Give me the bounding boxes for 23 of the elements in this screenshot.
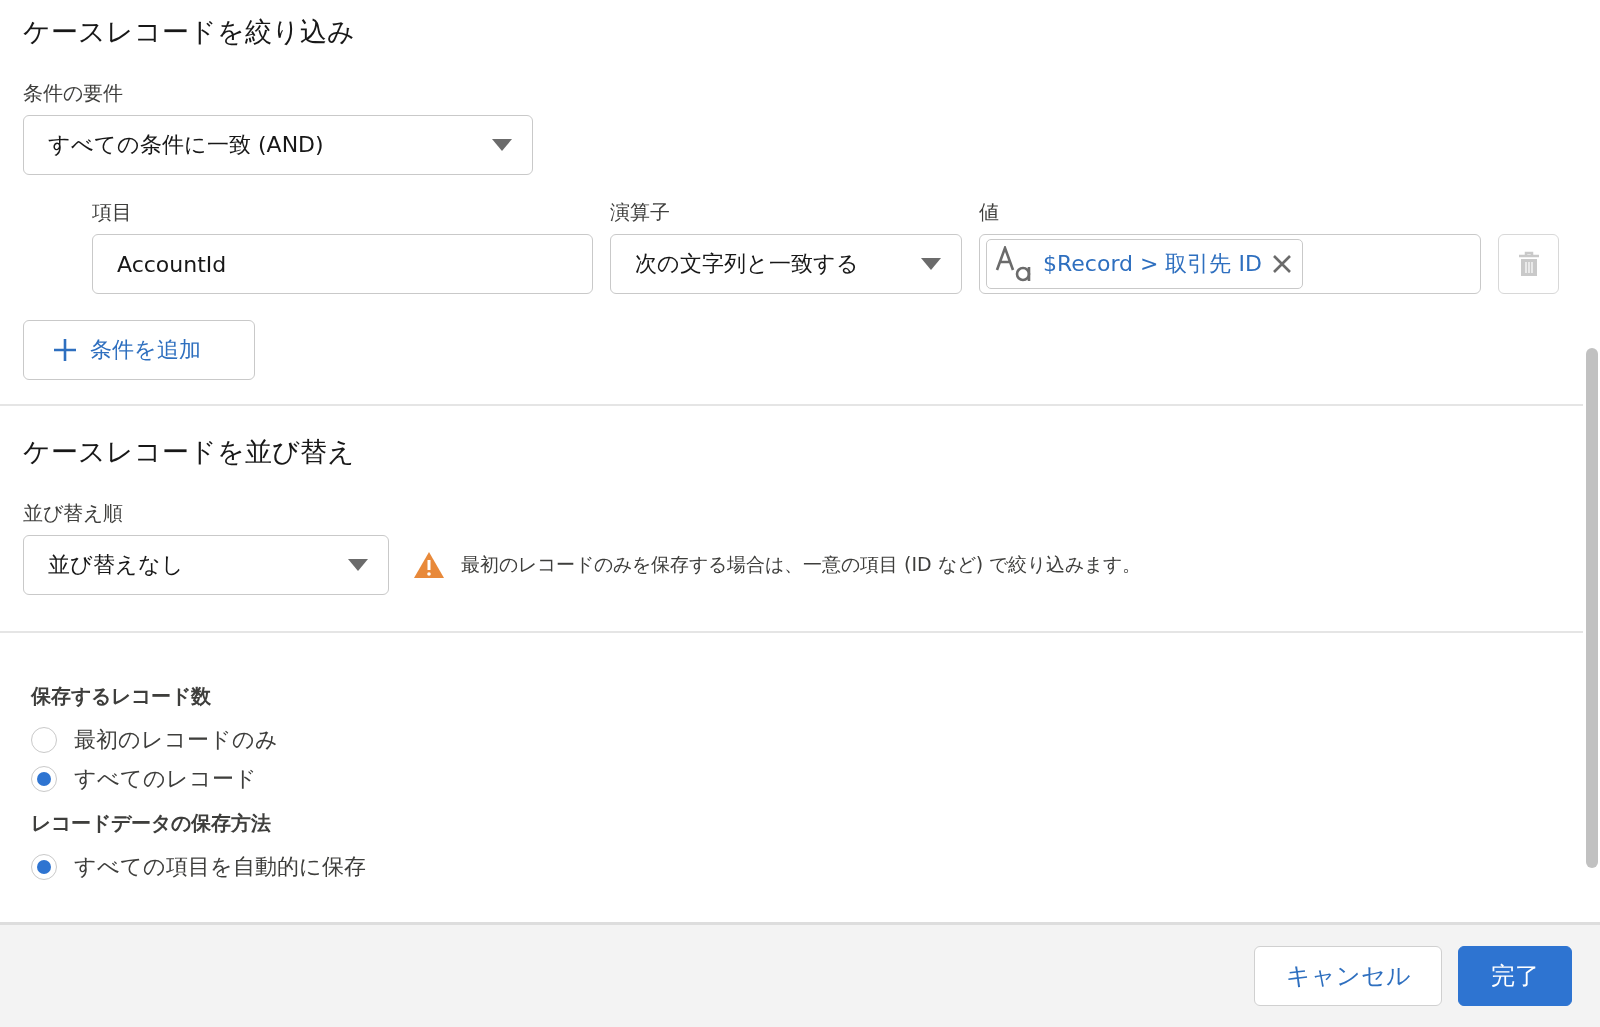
sort-order-select[interactable]: 並び替えなし (23, 535, 389, 595)
field-label: 並び替え順 (23, 500, 124, 527)
radio-label: すべての項目を自動的に保存 (74, 852, 366, 881)
add-condition-button[interactable]: 条件を追加 (23, 320, 255, 380)
warning-message: 最初のレコードのみを保存する場合は、一意の項目 (ID など) で絞り込みます。 (461, 552, 1142, 577)
pill-label: $Record > 取引先 ID (1043, 250, 1262, 278)
radio-label: すべてのレコード (74, 764, 257, 793)
group-label: レコードデータの保存方法 (31, 810, 272, 837)
value-pill[interactable]: $Record > 取引先 ID (986, 239, 1303, 289)
field-input[interactable]: AccountId (92, 234, 593, 294)
operator-select[interactable]: 次の文字列と一致する (610, 234, 962, 294)
section-title: ケースレコードを並び替え (23, 435, 356, 469)
field-label: 演算子 (610, 199, 671, 226)
field-label: 値 (979, 199, 1000, 226)
section-title: ケースレコードを絞り込み (23, 15, 356, 49)
cancel-button[interactable]: キャンセル (1254, 946, 1442, 1006)
field-label: 項目 (92, 199, 133, 226)
done-button[interactable]: 完了 (1458, 946, 1572, 1006)
radio-label: 最初のレコードのみ (74, 725, 278, 754)
value-field[interactable]: $Record > 取引先 ID (979, 234, 1481, 294)
field-label: 条件の要件 (23, 80, 124, 107)
group-label: 保存するレコード数 (31, 683, 212, 710)
condition-requirement-select[interactable]: すべての条件に一致 (AND) (23, 115, 533, 175)
